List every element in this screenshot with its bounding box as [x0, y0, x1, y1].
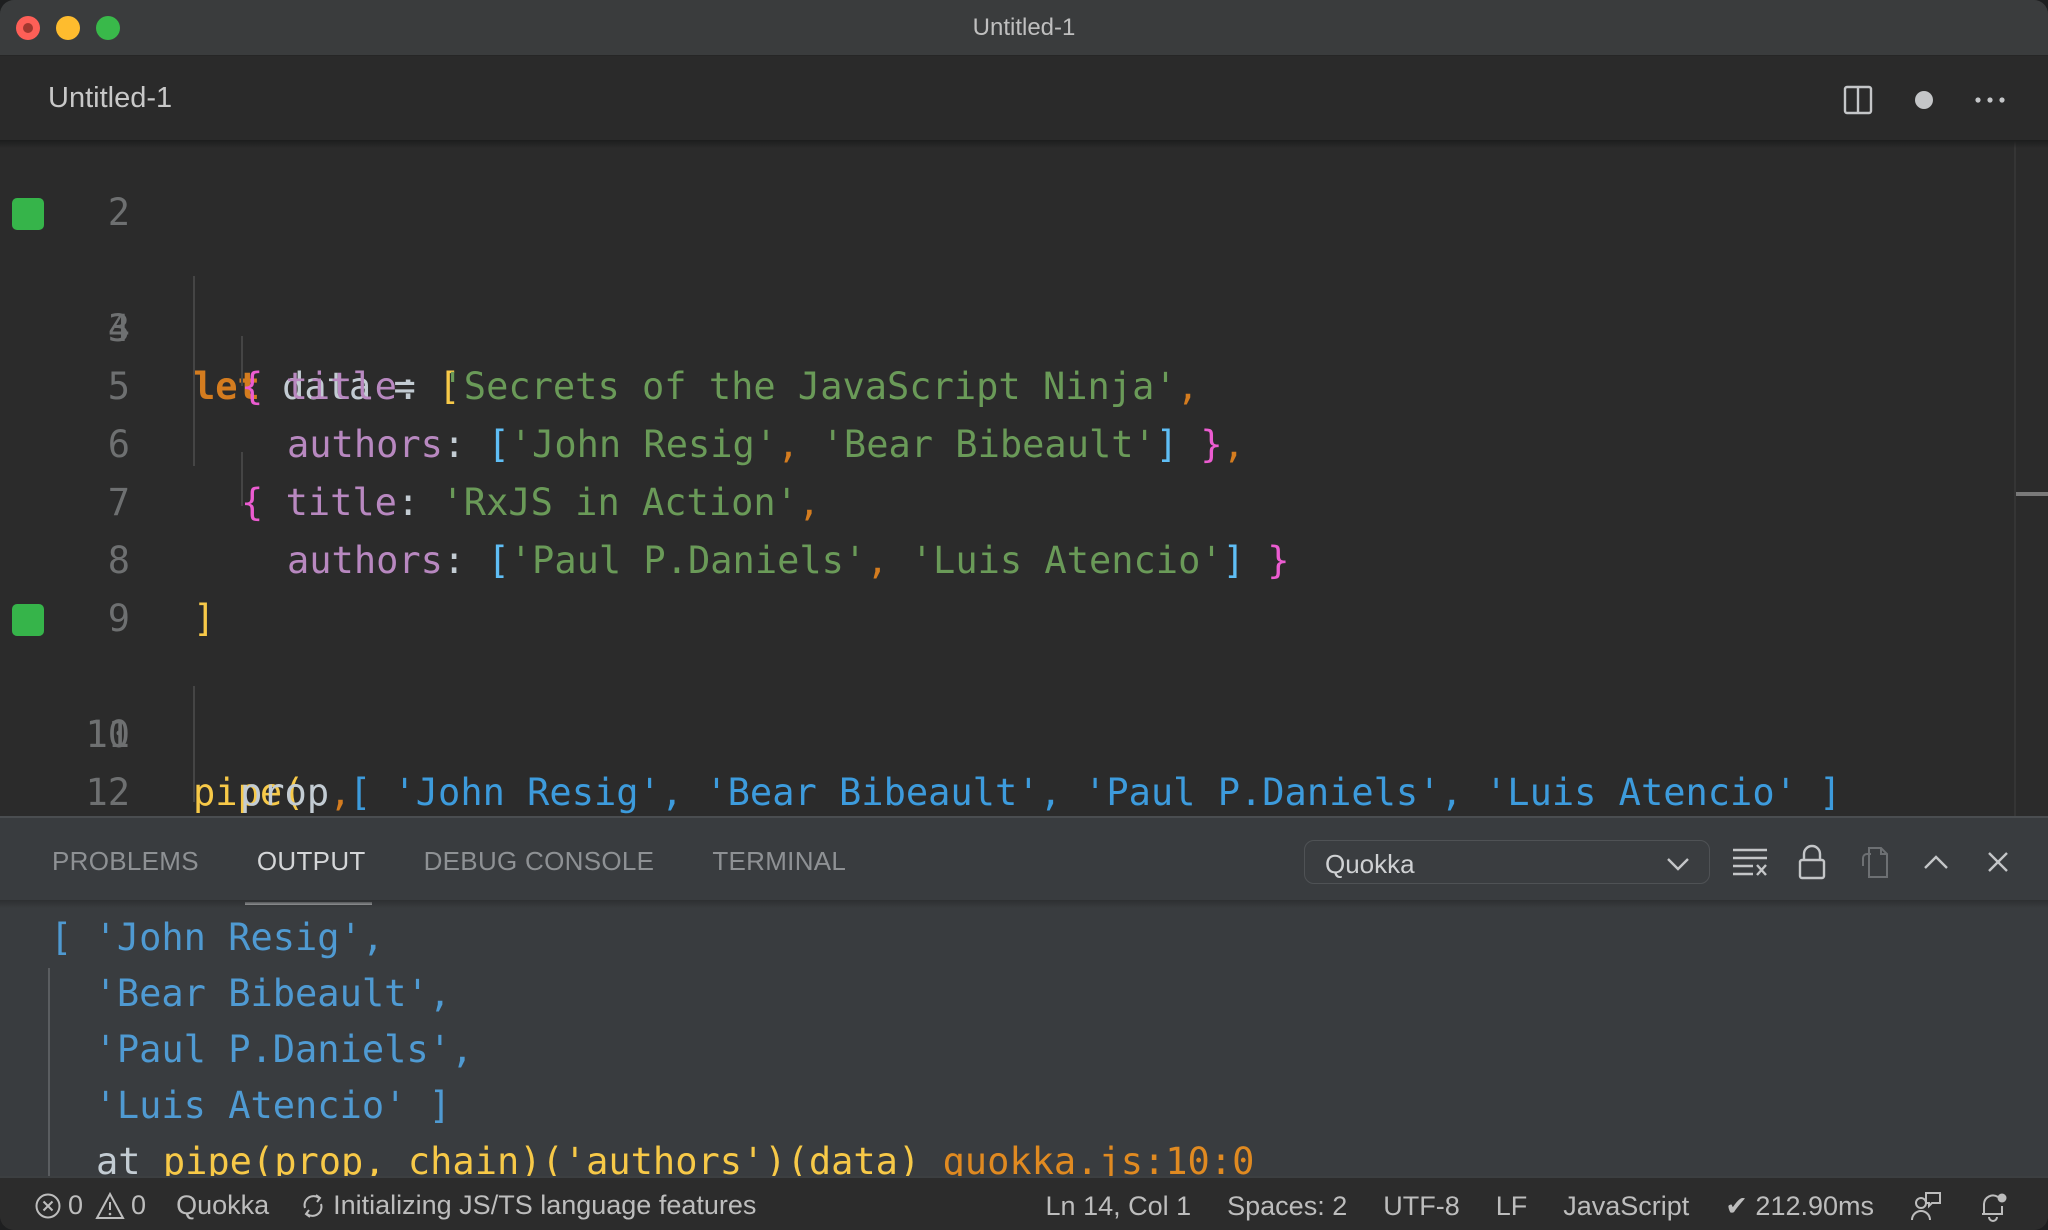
- tab-bar-shadow: [0, 140, 2048, 148]
- more-actions-icon: [1975, 97, 2005, 103]
- code-line-7: 7 authors: ['Paul P.Daniels', 'Luis Aten…: [0, 416, 2010, 582]
- bottom-panel: PROBLEMS OUTPUT DEBUG CONSOLE TERMINAL Q…: [0, 816, 2048, 1178]
- bell-icon: [1982, 1193, 2007, 1222]
- code-line-3: 3 let data = [: [0, 184, 2010, 408]
- output-indent-guide: [48, 968, 50, 1178]
- problems-status[interactable]: 0 0: [34, 1190, 146, 1221]
- cursor-position[interactable]: Ln 14, Col 1: [1046, 1191, 1192, 1222]
- close-panel-button[interactable]: [1976, 840, 2020, 884]
- indent-guide: [241, 336, 243, 386]
- end-of-line-setting[interactable]: LF: [1496, 1191, 1528, 1222]
- trace-at: at: [96, 1140, 141, 1178]
- feedback-button[interactable]: [1910, 1190, 1942, 1222]
- indent-guide: [193, 276, 195, 466]
- progress-text: Initializing JS/TS language features: [333, 1190, 757, 1220]
- quokka-status[interactable]: Quokka: [176, 1190, 269, 1221]
- lock-icon: [1798, 844, 1826, 880]
- clear-output-button[interactable]: [1728, 840, 1772, 884]
- trace-location-link[interactable]: quokka.js:10:0: [943, 1140, 1255, 1178]
- open-file-icon: [1862, 847, 1888, 878]
- maximize-panel-button[interactable]: [1914, 840, 1958, 884]
- code-line-13: 13 )('authors')(data) // ?: [0, 764, 2010, 816]
- quokka-timing[interactable]: ✔ 212.90ms: [1725, 1191, 1874, 1222]
- quokka-coverage-marker: [12, 604, 44, 636]
- open-log-file-button[interactable]: [1852, 840, 1896, 884]
- output-channel-value: Quokka: [1325, 849, 1415, 879]
- panel-tab-problems[interactable]: PROBLEMS: [52, 846, 199, 905]
- code-line-9: 9: [0, 532, 2010, 640]
- language-mode[interactable]: JavaScript: [1563, 1191, 1689, 1222]
- editor-tab-bar: Untitled-1: [0, 56, 2048, 140]
- code-line-10: 10 pipe( [ 'John Resig', 'Bear Bibeault'…: [0, 590, 2010, 814]
- warning-count: 0: [131, 1190, 147, 1220]
- vscode-window: Untitled-1 Untitled-1 2 3 let data = [4…: [0, 0, 2048, 1230]
- chevron-down-icon: [1667, 858, 1689, 871]
- code-line-5: 5 authors: ['John Resig', 'Bear Bibeault…: [0, 300, 2010, 466]
- code-editor[interactable]: 2 3 let data = [ 4 { title: 'Secrets of …: [0, 140, 2048, 816]
- panel-toolbar: Quokka: [1304, 840, 2020, 884]
- warning-icon: [95, 1191, 125, 1219]
- notifications-button[interactable]: [1978, 1190, 2008, 1222]
- vertical-scrollbar-track[interactable]: [2014, 140, 2016, 816]
- split-editor-button[interactable]: [1840, 82, 1876, 118]
- indentation-setting[interactable]: Spaces: 2: [1227, 1191, 1347, 1222]
- chevron-up-icon: [1924, 855, 1948, 869]
- output-line: [ 'John Resig',: [50, 916, 385, 959]
- output-channel-select[interactable]: Quokka: [1304, 840, 1710, 884]
- lock-scroll-button[interactable]: [1790, 840, 1834, 884]
- panel-tab-debug-console[interactable]: DEBUG CONSOLE: [424, 846, 655, 905]
- error-count: 0: [68, 1190, 84, 1220]
- code-line-11: 11 prop,: [0, 648, 2010, 814]
- quokka-coverage-marker: [12, 198, 44, 230]
- panel-tab-output[interactable]: OUTPUT: [244, 846, 372, 905]
- unsaved-dot-icon: [1915, 91, 1933, 109]
- code-line-4: 4 { title: 'Secrets of the JavaScript Ni…: [0, 242, 2010, 408]
- error-icon: [35, 1193, 61, 1218]
- panel-tabs: PROBLEMS OUTPUT DEBUG CONSOLE TERMINAL: [52, 846, 846, 905]
- code-line-8: 8 ]: [0, 474, 2010, 640]
- output-view[interactable]: [ 'John Resig', 'Bear Bibeault', 'Paul P…: [0, 906, 2048, 1178]
- sync-spinner-icon: [303, 1193, 323, 1218]
- status-bar: 0 0 Quokka Initializing JS/TS language f…: [0, 1176, 2048, 1230]
- window-title: Untitled-1: [972, 14, 1076, 41]
- close-icon: [1988, 852, 2008, 872]
- output-line: 'Bear Bibeault',: [50, 972, 451, 1015]
- encoding-setting[interactable]: UTF-8: [1383, 1191, 1460, 1222]
- trace-code: pipe(prop, chain)('authors')(data): [162, 1140, 921, 1178]
- editor-actions: [1840, 82, 2008, 118]
- output-trace-line: at pipe(prop, chain)('authors')(data) qu…: [96, 1134, 1254, 1178]
- tab-untitled-1[interactable]: Untitled-1: [48, 82, 172, 115]
- panel-tab-terminal[interactable]: TERMINAL: [712, 846, 846, 905]
- code-line-12: 12 chain: [0, 706, 2010, 814]
- clear-output-icon: [1733, 848, 1767, 876]
- unsaved-indicator-button[interactable]: [1906, 82, 1942, 118]
- code-line-6: 6 { title: 'RxJS in Action',: [0, 358, 2010, 524]
- overview-ruler-cursor: [2016, 492, 2048, 496]
- language-features-status[interactable]: Initializing JS/TS language features: [299, 1190, 756, 1221]
- output-line: 'Paul P.Daniels',: [50, 1028, 474, 1071]
- split-editor-icon: [1843, 85, 1873, 115]
- feedback-person-icon: [1911, 1192, 1941, 1221]
- title-bar: Untitled-1: [0, 0, 2048, 56]
- output-line: 'Luis Atencio' ]: [50, 1084, 451, 1127]
- indent-guide: [241, 452, 243, 506]
- indent-guide: [193, 686, 195, 802]
- more-actions-button[interactable]: [1972, 82, 2008, 118]
